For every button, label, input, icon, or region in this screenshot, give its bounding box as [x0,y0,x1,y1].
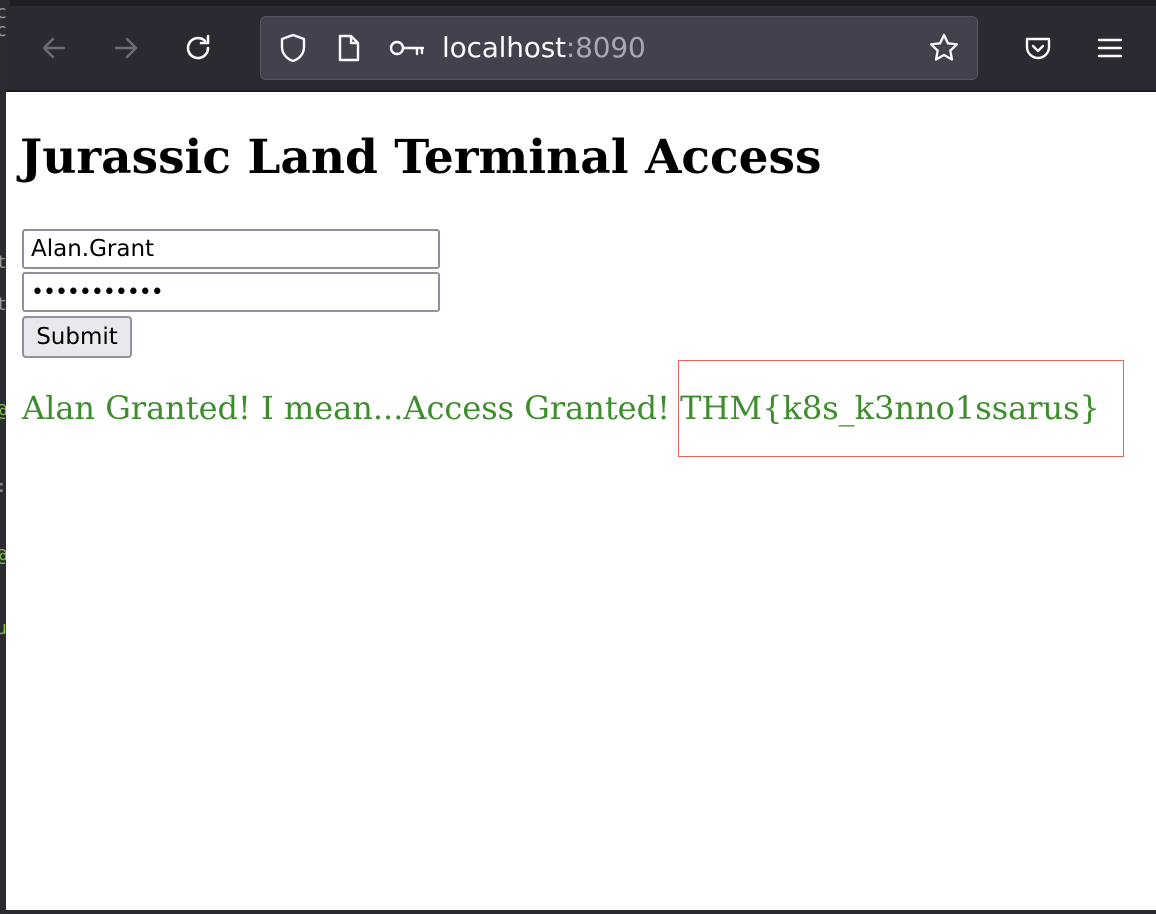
page-title: Jurassic Land Terminal Access [20,130,822,185]
shield-icon[interactable] [279,33,307,63]
forward-button[interactable] [104,26,148,70]
arrow-right-icon [111,33,141,63]
bookmark-star-icon[interactable] [927,31,961,65]
username-input[interactable] [22,229,440,269]
url-bar[interactable]: localhost:8090 [260,16,978,80]
url-text[interactable]: localhost:8090 [442,31,646,64]
submit-button[interactable]: Submit [22,316,132,358]
back-button[interactable] [32,26,76,70]
url-host: localhost [442,31,566,64]
menu-button[interactable] [1088,26,1132,70]
password-input[interactable] [22,272,440,312]
hamburger-menu-icon [1096,36,1124,60]
browser-toolbar: localhost:8090 [6,6,1156,92]
pocket-button[interactable] [1016,26,1060,70]
reload-button[interactable] [176,26,220,70]
page-icon[interactable] [335,34,363,62]
url-port: :8090 [565,31,646,64]
pocket-icon [1023,33,1053,63]
key-icon[interactable] [389,34,425,62]
reload-icon [182,32,214,64]
flag-highlight-box [678,360,1124,457]
page-viewport: Jurassic Land Terminal Access Submit Ala… [6,92,1156,910]
arrow-left-icon [39,33,69,63]
window-bottom-edge [6,910,1156,914]
